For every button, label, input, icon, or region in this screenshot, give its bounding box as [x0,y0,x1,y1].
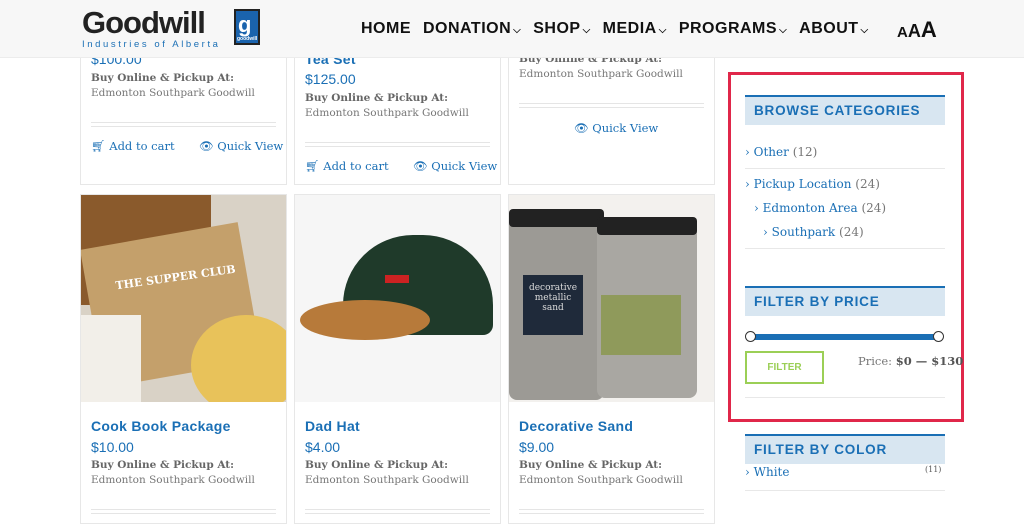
category-southpark[interactable]: › Southpark (24) [763,225,864,239]
quick-view-button[interactable]: 👁︎ Quick View [199,139,283,153]
pickup-label: Buy Online & Pickup At: [305,459,449,471]
product-card: decorative metallic sand Decorative Sand… [508,194,715,524]
pickup-location: Edmonton Southpark Goodwill [91,87,255,99]
divider [91,122,276,127]
filter-by-price-title: FILTER BY PRICE [745,286,945,316]
product-image[interactable]: decorative metallic sand [509,195,714,402]
filter-by-color-title: FILTER BY COLOR [745,434,945,464]
pickup-location: Edmonton Southpark Goodwill [519,68,683,80]
font-small-button[interactable]: A [897,24,908,41]
add-to-cart-button[interactable]: 🛒︎ Add to cart [305,159,389,173]
divider [745,168,945,169]
logo-subtitle: Industries of Alberta [82,39,221,50]
product-title[interactable]: Decorative Sand [519,418,633,434]
divider [745,397,945,398]
nav-media[interactable]: MEDIA ⌵ [603,20,667,38]
chevron-down-icon: ⌵ [779,25,788,36]
font-size-controls: AAA [897,17,937,43]
divider [519,103,704,108]
pickup-label: Buy Online & Pickup At: [519,459,663,471]
font-large-button[interactable]: A [921,17,937,42]
divider [305,142,490,147]
pickup-location: Edmonton Southpark Goodwill [91,474,255,486]
quick-view-button[interactable]: 👁︎ Quick View [413,159,497,173]
site-header: Goodwill Industries of Alberta g goodwill… [0,0,1024,58]
price-slider-max-handle[interactable] [933,331,944,342]
logo-badge-icon: g goodwill [234,9,260,45]
nav-donation[interactable]: DONATION ⌵ [423,20,521,38]
filter-button[interactable]: FILTER [745,351,824,384]
divider [519,509,704,514]
eye-icon: 👁︎ [413,159,432,173]
product-title[interactable]: Dad Hat [305,418,360,434]
nav-about[interactable]: ABOUT ⌵ [799,20,868,38]
product-image[interactable]: THE SUPPER CLUB [81,195,286,402]
chevron-down-icon: ⌵ [582,25,591,36]
divider [305,509,490,514]
cart-icon: 🛒︎ [91,139,110,153]
product-price: $125.00 [305,71,356,87]
eye-icon: 👁︎ [574,121,593,135]
logo-wordmark: Goodwill [82,5,206,40]
product-price: $10.00 [91,439,134,455]
chevron-down-icon: ⌵ [513,25,522,36]
chevron-down-icon: ⌵ [658,25,667,36]
chevron-down-icon: ⌵ [860,25,869,36]
product-price: $4.00 [305,439,341,455]
browse-categories-title: BROWSE CATEGORIES [745,95,945,125]
pickup-location: Edmonton Southpark Goodwill [305,107,469,119]
nav-home[interactable]: HOME [361,20,411,38]
category-edmonton-area[interactable]: › Edmonton Area (24) [754,201,886,215]
main-nav: HOME DONATION ⌵ SHOP ⌵ MEDIA ⌵ PROGRAMS ⌵ AB… [361,20,881,38]
product-image[interactable] [295,195,500,402]
price-slider-track[interactable] [748,334,942,340]
eye-icon: 👁︎ [199,139,218,153]
quick-view-button[interactable]: 👁︎ Quick View [574,121,658,135]
color-white-count: (11) [925,465,942,474]
goodwill-logo[interactable]: Goodwill Industries of Alberta g goodwill [82,5,260,50]
pickup-label: Buy Online & Pickup At: [91,459,235,471]
nav-shop[interactable]: SHOP ⌵ [533,20,590,38]
product-title[interactable]: Cook Book Package [91,418,231,434]
nav-programs[interactable]: PROGRAMS ⌵ [679,20,787,38]
price-slider-min-handle[interactable] [745,331,756,342]
product-price: $9.00 [519,439,555,455]
pickup-label: Buy Online & Pickup At: [91,72,235,84]
divider [745,490,945,491]
divider [745,248,945,249]
divider [91,509,276,514]
product-card: Dad Hat $4.00 Buy Online & Pickup At: Ed… [294,194,501,524]
category-pickup-location[interactable]: › Pickup Location (24) [745,177,880,191]
color-white[interactable]: › White [745,465,789,479]
category-other[interactable]: › Other (12) [745,145,817,159]
product-card: THE SUPPER CLUB Cook Book Package $10.00… [80,194,287,524]
pickup-location: Edmonton Southpark Goodwill [519,474,683,486]
add-to-cart-button[interactable]: 🛒︎ Add to cart [91,139,175,153]
cart-icon: 🛒︎ [305,159,324,173]
pickup-location: Edmonton Southpark Goodwill [305,474,469,486]
price-range-readout: Price: $0 — $130 [858,354,964,368]
pickup-label: Buy Online & Pickup At: [305,92,449,104]
font-medium-button[interactable]: A [908,21,921,41]
